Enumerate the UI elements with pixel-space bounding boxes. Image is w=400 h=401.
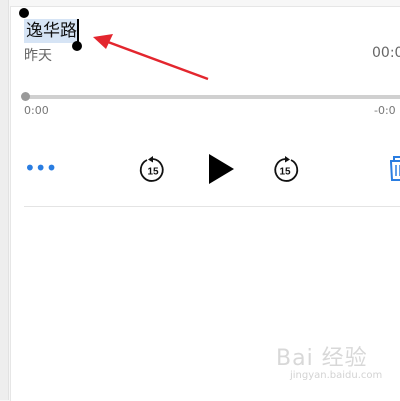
watermark-url: jingyan.baidu.com xyxy=(290,370,383,381)
watermark-brand: Bai 经验 xyxy=(276,346,368,371)
